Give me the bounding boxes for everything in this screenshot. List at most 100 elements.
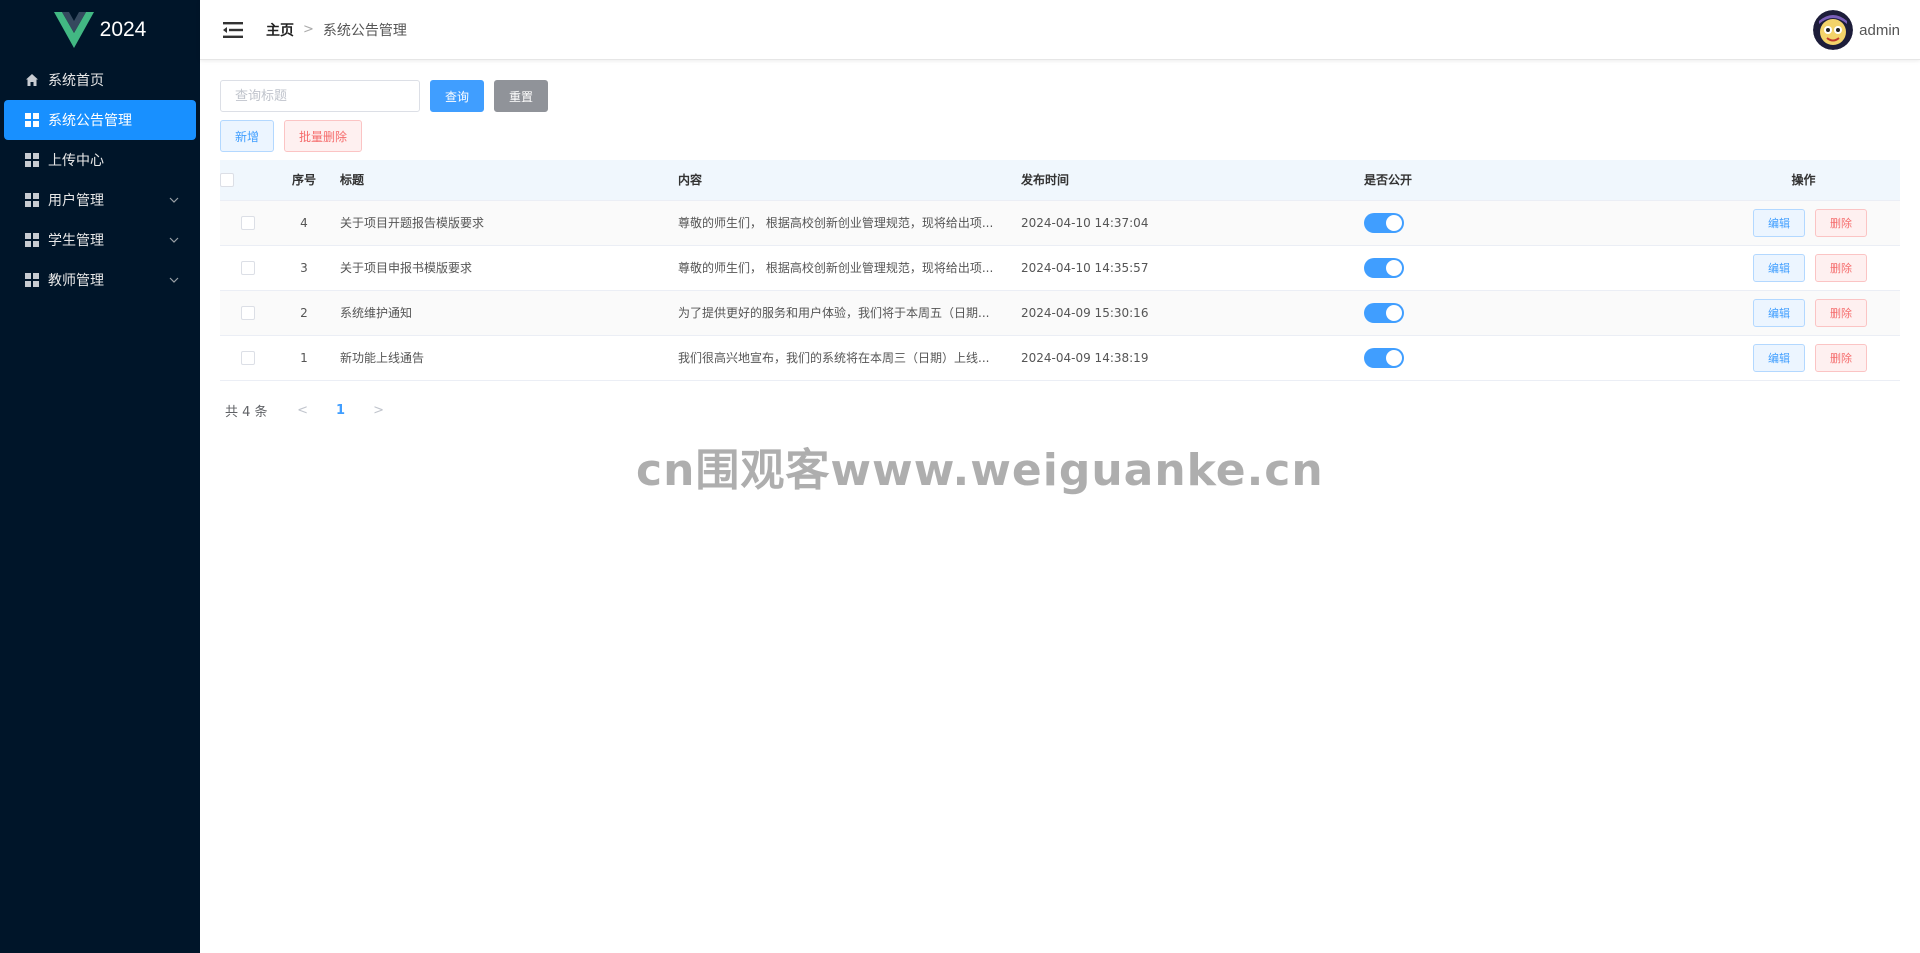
sidebar-item-notice[interactable]: 系统公告管理	[4, 100, 196, 140]
menu-toggle-icon[interactable]	[222, 18, 246, 42]
col-header-no: 序号	[276, 160, 332, 201]
col-header-content: 内容	[678, 160, 1021, 201]
row-select-cell	[220, 290, 276, 336]
table-row: 4 关于项目开题报告模版要求 尊敬的师生们， 根据高校创新创业管理规范，现将给出…	[220, 200, 1900, 246]
row-select-cell	[220, 335, 276, 381]
cell-ops: 编辑 删除	[1707, 335, 1900, 381]
cell-time: 2024-04-09 14:38:19	[1021, 335, 1364, 381]
grid-icon	[24, 232, 40, 248]
cell-no: 2	[276, 290, 332, 336]
pagination-total: 共 4 条	[225, 405, 268, 420]
search-title-input[interactable]	[220, 80, 420, 112]
username[interactable]: admin	[1859, 22, 1900, 39]
cell-no: 1	[276, 335, 332, 381]
cell-public	[1364, 200, 1707, 246]
col-header-public: 是否公开	[1364, 160, 1707, 201]
cell-no: 3	[276, 245, 332, 291]
cell-ops: 编辑 删除	[1707, 290, 1900, 336]
cell-public	[1364, 335, 1707, 381]
watermark: cn围观客www.weiguanke.cn	[636, 445, 1324, 496]
sidebar-item-teachers[interactable]: 教师管理	[4, 260, 196, 300]
sidebar-item-label: 学生管理	[48, 233, 104, 249]
cell-content: 我们很高兴地宣布，我们的系统将在本周三（日期）上线...	[678, 335, 1021, 381]
edit-button[interactable]: 编辑	[1753, 298, 1805, 327]
public-toggle-switch[interactable]	[1364, 212, 1404, 233]
cell-title: 新功能上线通告	[332, 335, 678, 381]
sidebar: 2024 系统首页 系统公告管理 上传中心 用户管理 学生管理 教师管理	[0, 0, 200, 953]
action-bar: 新增 批量删除	[220, 120, 1900, 152]
cell-public	[1364, 245, 1707, 291]
cell-ops: 编辑 删除	[1707, 200, 1900, 246]
chevron-down-icon	[169, 237, 179, 243]
add-button[interactable]: 新增	[220, 120, 275, 152]
table-row: 1 新功能上线通告 我们很高兴地宣布，我们的系统将在本周三（日期）上线... 2…	[220, 335, 1900, 381]
edit-button[interactable]: 编辑	[1753, 343, 1805, 372]
grid-icon	[24, 152, 40, 168]
row-checkbox[interactable]	[241, 215, 255, 230]
edit-button[interactable]: 编辑	[1753, 253, 1805, 282]
public-toggle-switch[interactable]	[1364, 302, 1404, 323]
cell-content: 为了提供更好的服务和用户体验，我们将于本周五（日期...	[678, 290, 1021, 336]
row-select-cell	[220, 200, 276, 246]
cell-title: 关于项目开题报告模版要求	[332, 200, 678, 246]
cell-content: 尊敬的师生们， 根据高校创新创业管理规范，现将给出项...	[678, 200, 1021, 246]
breadcrumb-current: 系统公告管理	[322, 22, 407, 39]
sidebar-item-label: 教师管理	[48, 273, 104, 289]
delete-button[interactable]: 删除	[1815, 343, 1867, 372]
batch-delete-button[interactable]: 批量删除	[284, 120, 363, 152]
chevron-down-icon	[169, 197, 179, 203]
sidebar-item-label: 系统首页	[48, 73, 104, 89]
cell-time: 2024-04-10 14:35:57	[1021, 245, 1364, 291]
chevron-down-icon	[169, 277, 179, 283]
row-select-cell	[220, 245, 276, 291]
row-checkbox[interactable]	[241, 305, 255, 320]
cell-time: 2024-04-09 15:30:16	[1021, 290, 1364, 336]
query-button[interactable]: 查询	[430, 80, 485, 112]
user-menu[interactable]: admin	[1813, 10, 1900, 50]
delete-button[interactable]: 删除	[1815, 208, 1867, 237]
row-checkbox[interactable]	[241, 350, 255, 365]
sidebar-menu: 系统首页 系统公告管理 上传中心 用户管理 学生管理 教师管理	[0, 60, 200, 300]
public-toggle-switch[interactable]	[1364, 347, 1404, 368]
select-all-checkbox[interactable]	[220, 173, 234, 187]
sidebar-item-students[interactable]: 学生管理	[4, 220, 196, 260]
cell-public	[1364, 290, 1707, 336]
sidebar-item-label: 系统公告管理	[48, 113, 132, 129]
home-icon	[24, 72, 40, 88]
notice-table: 序号 标题 内容 发布时间 是否公开 操作 4 关于项目开题报告模版要求 尊敬的…	[220, 160, 1900, 381]
breadcrumb-home[interactable]: 主页	[266, 20, 294, 40]
table-row: 3 关于项目申报书模版要求 尊敬的师生们， 根据高校创新创业管理规范，现将给出项…	[220, 245, 1900, 291]
row-checkbox[interactable]	[241, 260, 255, 275]
avatar[interactable]	[1813, 10, 1854, 50]
next-page-icon[interactable]: >	[364, 403, 394, 418]
table-row: 2 系统维护通知 为了提供更好的服务和用户体验，我们将于本周五（日期... 20…	[220, 290, 1900, 336]
logo-text: 2024	[99, 18, 147, 41]
cell-time: 2024-04-10 14:37:04	[1021, 200, 1364, 246]
pagination: 共 4 条 < 1 >	[220, 397, 1900, 425]
sidebar-item-upload[interactable]: 上传中心	[4, 140, 196, 180]
sidebar-item-label: 上传中心	[48, 153, 104, 169]
sidebar-item-users[interactable]: 用户管理	[4, 180, 196, 220]
grid-icon	[24, 112, 40, 128]
search-bar: 查询 重置	[220, 80, 1900, 112]
prev-page-icon[interactable]: <	[288, 403, 318, 418]
logo[interactable]: 2024	[0, 0, 200, 60]
col-header-title: 标题	[332, 160, 678, 201]
public-toggle-switch[interactable]	[1364, 257, 1404, 278]
col-header-time: 发布时间	[1021, 160, 1364, 201]
reset-button[interactable]: 重置	[494, 80, 549, 112]
vue-logo-icon	[53, 12, 94, 48]
sidebar-item-home[interactable]: 系统首页	[4, 60, 196, 100]
sidebar-item-label: 用户管理	[48, 193, 104, 209]
grid-icon	[24, 192, 40, 208]
breadcrumb: 主页 > 系统公告管理	[266, 20, 407, 40]
delete-button[interactable]: 删除	[1815, 253, 1867, 282]
delete-button[interactable]: 删除	[1815, 298, 1867, 327]
col-header-ops: 操作	[1707, 160, 1900, 201]
grid-icon	[24, 272, 40, 288]
cell-no: 4	[276, 200, 332, 246]
page-number[interactable]: 1	[326, 403, 356, 418]
select-all-cell	[220, 160, 276, 201]
cell-title: 关于项目申报书模版要求	[332, 245, 678, 291]
edit-button[interactable]: 编辑	[1753, 208, 1805, 237]
